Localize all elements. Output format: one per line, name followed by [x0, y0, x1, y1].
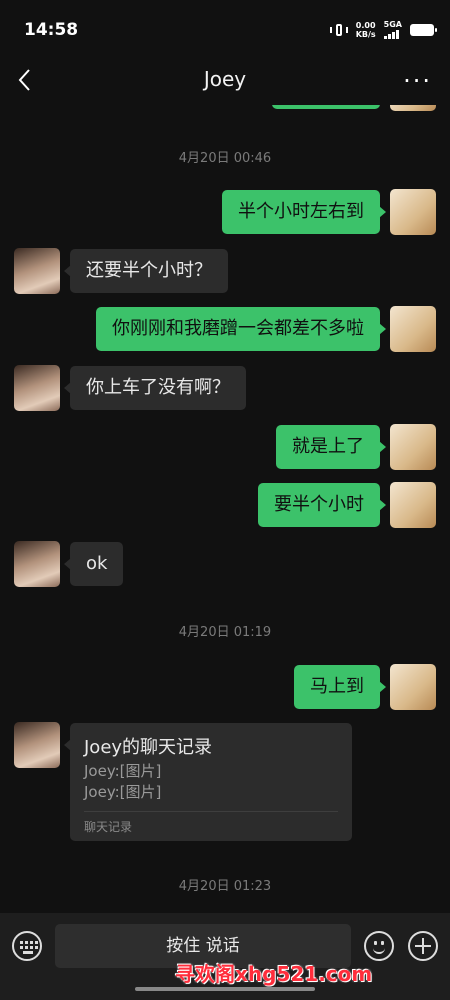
- timestamp: 4月20日 01:19: [178, 625, 272, 640]
- avatar[interactable]: [14, 541, 60, 587]
- message-list[interactable]: 4月20日 00:46 半个小时左右到 还要半个小时？ 你刚刚和我磨蹭一会都差不…: [0, 105, 450, 913]
- chat-record-line: Joey:[图片]: [84, 762, 162, 780]
- message-bubble-partial: [272, 105, 380, 109]
- avatar[interactable]: [390, 664, 436, 710]
- message-bubble[interactable]: 半个小时左右到: [222, 190, 386, 234]
- message-bubble[interactable]: ok: [63, 542, 124, 586]
- chat-record-card[interactable]: Joey的聊天记录 Joey:[图片] Joey:[图片] 聊天记录: [64, 723, 352, 841]
- avatar[interactable]: [14, 722, 60, 768]
- status-bar: 14:58 0.00 KB/s 5GA: [0, 0, 450, 60]
- battery-icon: [410, 23, 437, 36]
- avatar[interactable]: [390, 424, 436, 470]
- chat-record-title: Joey的聊天记录: [84, 737, 213, 758]
- chat-header: Joey ···: [0, 55, 450, 105]
- avatar[interactable]: [390, 306, 436, 352]
- plus-icon[interactable]: [408, 931, 438, 961]
- avatar[interactable]: [390, 189, 436, 235]
- vibrate-icon: [329, 23, 348, 37]
- timestamp: 4月20日 00:46: [178, 151, 272, 166]
- avatar[interactable]: [14, 365, 60, 411]
- signal-icon: 5GA: [383, 20, 402, 39]
- chat-record-line: Joey:[图片]: [84, 783, 162, 801]
- divider: [84, 811, 338, 812]
- home-indicator[interactable]: [135, 987, 315, 991]
- message-bubble[interactable]: 还要半个小时？: [64, 249, 228, 293]
- status-time: 14:58: [24, 20, 79, 40]
- avatar[interactable]: [390, 105, 436, 111]
- chat-title: Joey: [203, 67, 247, 91]
- message-bubble[interactable]: 你上车了没有啊？: [64, 366, 246, 410]
- avatar[interactable]: [390, 482, 436, 528]
- message-bubble[interactable]: 要半个小时: [258, 483, 386, 527]
- keyboard-icon[interactable]: [12, 931, 42, 961]
- net-speed: 0.00 KB/s: [355, 20, 376, 39]
- message-bubble[interactable]: 你刚刚和我磨蹭一会都差不多啦: [96, 307, 386, 351]
- watermark: 寻欢阁xhg521.com: [175, 962, 373, 986]
- message-bubble[interactable]: 就是上了: [276, 425, 386, 469]
- more-icon[interactable]: ···: [403, 67, 432, 95]
- message-bubble[interactable]: 马上到: [294, 665, 386, 709]
- timestamp: 4月20日 01:23: [178, 879, 272, 894]
- status-icons: 0.00 KB/s 5GA: [329, 20, 437, 39]
- avatar[interactable]: [14, 248, 60, 294]
- emoji-icon[interactable]: [364, 931, 394, 961]
- chat-record-footer: 聊天记录: [84, 820, 133, 834]
